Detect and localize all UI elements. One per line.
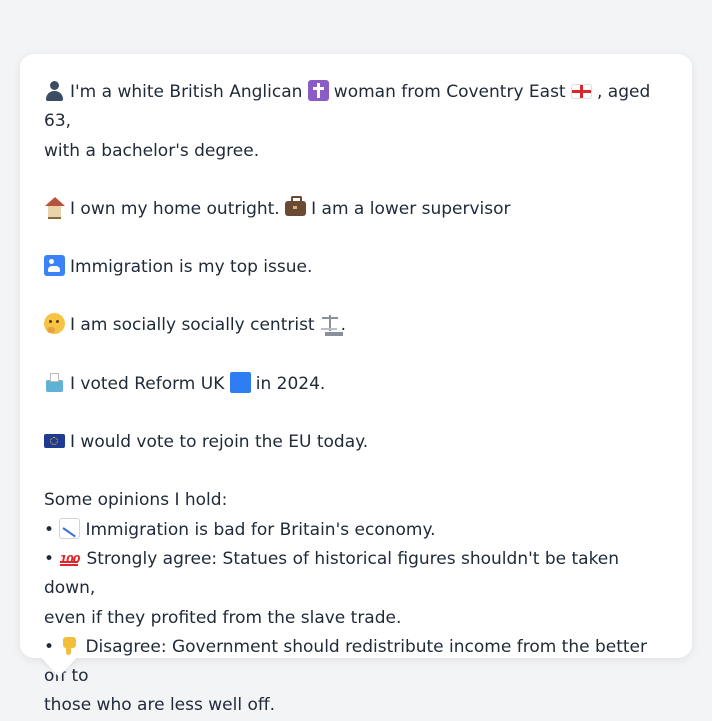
immigration-icon (44, 255, 65, 277)
intro-line-2: with a bachelor's degree. (44, 140, 260, 161)
vote-year-text: in 2024. (255, 373, 326, 394)
vote-line: I voted Reform UK in 2024. (44, 370, 668, 399)
opinion-text: Strongly agree: Statues of historical fi… (44, 548, 620, 599)
eu-line: I would vote to rejoin the EU today. (44, 428, 668, 457)
social-stance-text: I am socially socially centrist (70, 315, 315, 336)
purple-cross-icon (307, 80, 329, 101)
eu-flag-icon (44, 434, 65, 449)
scales-icon (320, 313, 341, 334)
profile-message-bubble: I'm a white British Anglican woman from … (20, 54, 692, 715)
briefcase-icon (285, 195, 307, 216)
home-ownership-text: I own my home outright. (70, 198, 280, 219)
top-issue-line: Immigration is my top issue. (44, 253, 668, 282)
social-stance-line: I am socially socially centrist. (44, 311, 668, 340)
thumbs-down-icon (59, 635, 80, 656)
opinion-item-3-continued: those who are less well off. (44, 695, 275, 716)
vote-text: I voted Reform UK (70, 373, 225, 394)
opinion-text: Immigration is bad for Britain's economy… (85, 519, 436, 540)
opinion-item-2-continued: even if they profited from the slave tra… (44, 607, 402, 628)
opinion-item-3: • Disagree: Government should redistribu… (44, 633, 668, 692)
person-silhouette-icon (44, 80, 65, 101)
intro-text-location: woman from Coventry East (333, 82, 566, 102)
opinion-item-1: • Immigration is bad for Britain's econo… (44, 516, 668, 545)
intro-line-1: I'm a white British Anglican woman from … (44, 78, 668, 137)
opinion-item-2: • Strongly agree: Statues of historical … (44, 545, 668, 604)
bullet: • (44, 548, 55, 569)
bullet: • (44, 519, 55, 540)
eu-stance-text: I would vote to rejoin the EU today. (70, 432, 369, 453)
opinion-text: Disagree: Government should redistribute… (44, 636, 648, 687)
bubble-tail (40, 656, 78, 677)
social-stance-suffix: . (340, 315, 346, 336)
home-line: I own my home outright. I am a lower sup… (44, 195, 668, 224)
house-icon (44, 196, 65, 219)
england-flag-icon (571, 84, 592, 99)
top-issue-text: Immigration is my top issue. (70, 257, 313, 278)
ballot-box-icon (44, 372, 65, 393)
bullet: • (44, 636, 55, 657)
opinions-heading: Some opinions I hold: (44, 490, 228, 511)
chart-decreasing-icon (59, 517, 81, 539)
occupation-text: I am a lower supervisor (311, 198, 511, 219)
hundred-points-icon (59, 545, 81, 574)
intro-text-identity: I'm a white British Anglican (70, 82, 303, 102)
thinking-face-icon (44, 313, 65, 335)
blue-square-icon (229, 371, 251, 393)
